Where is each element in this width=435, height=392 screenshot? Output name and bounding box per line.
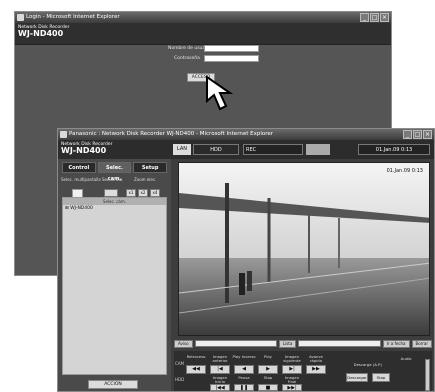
label-prev-frame: Imagen anterior [212, 354, 228, 363]
control-row: Selec. multipantalla Secuencia Zoom elec… [58, 176, 171, 198]
rewind-icon[interactable]: ◀◀ [186, 365, 206, 374]
clear-button[interactable]: Borrar [411, 339, 433, 348]
audio-volume-slider[interactable] [425, 359, 430, 391]
camera-list-header: Selec. cám. [63, 198, 166, 205]
zoom-label: Zoom elec. [134, 177, 157, 182]
app-header: Network Disk Recorder WJ-ND400 LAN HDD R… [58, 140, 434, 159]
sequence-button[interactable] [104, 189, 118, 197]
login-title: Login - Microsoft Internet Explorer [26, 14, 120, 20]
multiscreen-label: Selec. multipantalla [61, 177, 101, 182]
download-button[interactable]: Descargar [346, 373, 368, 382]
label-next-frame: Imagen siguiente [283, 354, 301, 363]
fast-forward-icon[interactable]: ▶▶ [306, 365, 326, 374]
zoom-x1-button[interactable]: x1 [126, 189, 136, 197]
download-stop-button[interactable]: Stop [372, 373, 390, 382]
tab-control[interactable]: Control [62, 162, 96, 173]
zoom-x2-button[interactable]: x2 [138, 189, 148, 197]
camera-video[interactable]: 01.Jan.09 0:13 [178, 162, 430, 336]
playback-toolbar: Aviso Lista Ir a fecha Borrar [174, 339, 433, 348]
status-datetime: 01.Jan.09 0:13 [358, 144, 430, 155]
station-scene [179, 183, 429, 314]
event-field[interactable] [194, 340, 277, 347]
first-image-icon[interactable]: |◀◀ [210, 384, 230, 391]
tab-camera-select[interactable]: Selec. cam. [97, 162, 132, 182]
ie-icon [60, 131, 67, 138]
audio-label: Audio [400, 356, 412, 361]
hdd-indicator: HDD [193, 144, 239, 155]
app-window: Panasonic : Network Disk Recorder WJ-ND4… [57, 128, 435, 392]
left-panel: Control Selec. cam. Setup Selec. multipa… [58, 159, 171, 391]
zoom-x4-button[interactable]: x4 [150, 189, 160, 197]
goto-date-button[interactable]: Ir a fecha [382, 339, 410, 348]
action-button[interactable]: ACCION [88, 380, 138, 389]
hdd-vertical-label: HDD [175, 377, 185, 382]
tab-bar: Control Selec. cam. Setup [58, 159, 171, 182]
last-image-icon[interactable]: ▶▶| [282, 384, 302, 391]
pause-icon[interactable]: ❚❚ [234, 384, 254, 391]
video-datetime: 01.Jan.09 0:13 [386, 168, 423, 174]
play-icon[interactable]: ▶ [258, 365, 278, 374]
ie-icon [17, 14, 24, 21]
sequence-label: Secuencia [102, 177, 123, 182]
cam-vertical-label: CAM [175, 361, 184, 366]
label-stop: Stop [263, 375, 273, 380]
camera-list-item[interactable]: ⊞ WJ-ND400 [63, 205, 166, 212]
password-input[interactable] [204, 55, 259, 62]
label-play: Play [264, 354, 272, 359]
close-icon[interactable]: × [423, 130, 432, 139]
app-title: Panasonic : Network Disk Recorder WJ-ND4… [69, 131, 274, 137]
label-first-image: Imagen Inicio [212, 375, 228, 384]
list-button[interactable]: Lista [278, 339, 297, 348]
next-frame-icon[interactable]: ▶| [282, 365, 302, 374]
minimize-icon[interactable]: _ [360, 13, 369, 22]
notice-button[interactable]: Aviso [174, 339, 193, 348]
login-header: Network Disk Recorder WJ-ND400 [15, 23, 391, 45]
camera-list: Selec. cám. ⊞ WJ-ND400 [62, 197, 167, 375]
label-reverse-play: Play Inverso [232, 354, 256, 359]
date-field[interactable] [298, 340, 381, 347]
tab-setup[interactable]: Setup [133, 162, 168, 173]
close-icon[interactable]: × [380, 13, 389, 22]
label-fast-forward: Avance rápido [309, 354, 323, 363]
download-label: Descarga (A.P.) [353, 362, 383, 367]
reverse-play-icon[interactable]: ◀ [234, 365, 254, 374]
mouse-cursor-icon [206, 75, 234, 111]
rec-indicator: REC [243, 144, 303, 155]
app-titlebar: Panasonic : Network Disk Recorder WJ-ND4… [58, 129, 434, 140]
label-pause: Pausa [238, 375, 250, 380]
model-name: WJ-ND400 [18, 29, 64, 38]
stop-icon[interactable]: ■ [258, 384, 278, 391]
prev-frame-icon[interactable]: |◀ [210, 365, 230, 374]
lan-indicator: LAN [173, 144, 191, 155]
login-titlebar: Login - Microsoft Internet Explorer _ □ … [15, 12, 391, 23]
label-rewind: Retroceso [186, 354, 206, 359]
user-input[interactable] [204, 45, 259, 52]
password-label: Contraseña [174, 56, 200, 61]
playback-panel: Retroceso Imagen anterior Play Inverso P… [174, 351, 432, 391]
minimize-icon[interactable]: _ [403, 130, 412, 139]
alarm-indicator [306, 144, 330, 155]
maximize-icon[interactable]: □ [370, 13, 379, 22]
maximize-icon[interactable]: □ [413, 130, 422, 139]
label-last-image: Imagen Final [284, 375, 300, 384]
